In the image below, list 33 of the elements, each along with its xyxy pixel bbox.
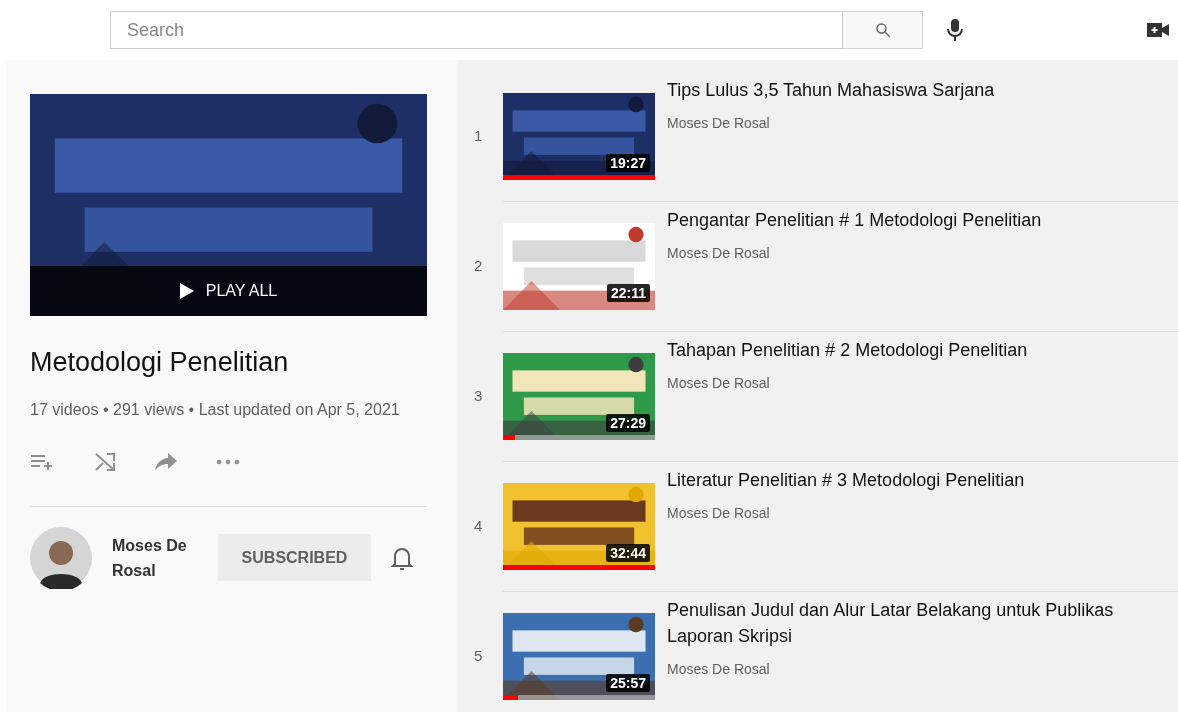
video-index: 2 [474,256,484,277]
more-icon[interactable] [216,458,240,465]
duration-label: 22:11 [606,284,650,302]
channel-name[interactable]: Moses De Rosal [667,503,1025,524]
video-title[interactable]: Tahapan Penelitian # 2 Metodologi Penelitian [667,337,1028,363]
video-title[interactable]: Literatur Penelitian # 3 Metodologi Penelitian [667,467,1025,493]
channel-name[interactable]: Moses De Rosal [667,243,1042,264]
channel-name[interactable]: Moses De Rosal [667,659,1114,680]
channel-name[interactable]: Moses De Rosal [667,373,1028,394]
video-index: 3 [474,386,484,407]
shuffle-icon[interactable] [94,451,116,472]
duration-label: 32:44 [606,544,650,562]
playlist-title: Metodologi Penelitian [30,346,290,379]
channel-name[interactable]: Moses De Rosal [112,532,202,583]
duration-label: 19:27 [606,154,650,172]
video-title[interactable]: Penulisan Judul dan Alur Latar Belakang untuk Publikas [667,597,1114,623]
video-index: 1 [474,126,484,147]
play-all-button[interactable]: PLAY ALL [30,266,427,316]
channel-name[interactable]: Moses De Rosal [667,113,995,134]
video-index: 5 [474,646,484,667]
search-field[interactable]: Search [110,11,843,49]
video-title[interactable]: Pengantar Penelitian # 1 Metodologi Penelitian [667,207,1042,233]
playlist-stats: 17 videos • 291 views • Last updated on Apr 5, 2021 [30,399,401,420]
search-icon [873,21,892,39]
share-icon[interactable] [154,451,178,472]
duration-label: 25:57 [606,674,650,692]
search-button[interactable] [843,11,923,49]
subscribe-button[interactable]: SUBSCRIBED [218,534,371,581]
video-index: 4 [474,516,484,537]
video-title[interactable]: Tips Lulus 3,5 Tahun Mahasiswa Sarjana [667,77,995,103]
duration-label: 27:29 [606,414,650,432]
avatar [30,526,92,589]
video-title[interactable]: Laporan Skripsi [667,623,1114,649]
